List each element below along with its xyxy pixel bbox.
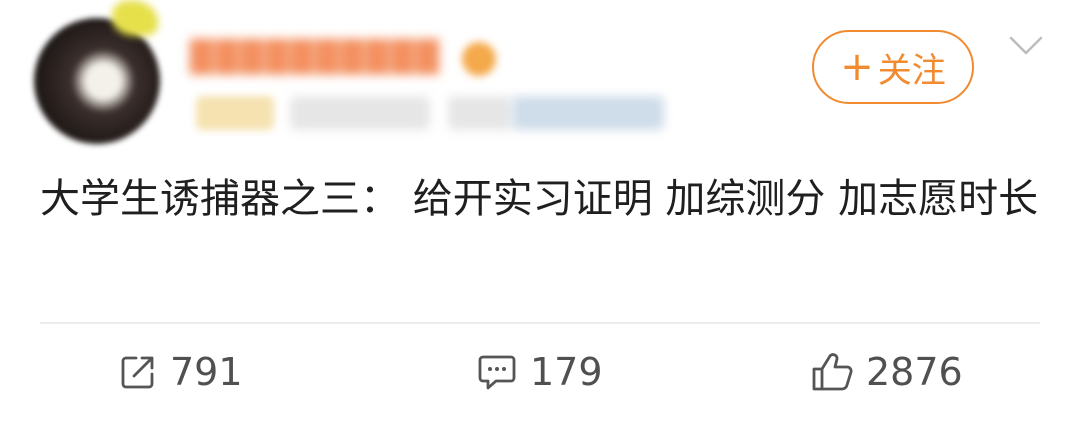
- comment-button[interactable]: 179: [476, 344, 603, 400]
- comment-count: 179: [530, 350, 603, 394]
- verified-badge-blurred: [462, 42, 496, 76]
- repost-button[interactable]: 791: [118, 344, 243, 400]
- member-tag-blurred: [196, 96, 274, 130]
- post-source-blurred: [448, 96, 512, 130]
- post-source-link-blurred: [512, 96, 664, 130]
- divider: [40, 322, 1040, 324]
- repost-count: 791: [170, 350, 243, 394]
- comment-icon: [478, 355, 516, 390]
- avatar-decoration: [112, 0, 158, 36]
- plus-icon: +: [840, 44, 874, 90]
- chevron-down-icon[interactable]: [1008, 34, 1044, 58]
- follow-button[interactable]: + 关注: [812, 30, 974, 104]
- post-text: 大学生诱捕器之三： 给开实习证明 加综测分 加志愿时长: [40, 176, 1039, 222]
- like-count: 2876: [866, 350, 963, 394]
- post-time-blurred: [290, 96, 430, 130]
- like-icon: [812, 353, 853, 391]
- share-icon: [121, 356, 154, 389]
- follow-label: 关注: [877, 50, 946, 91]
- like-button[interactable]: 2876: [810, 344, 963, 400]
- avatar[interactable]: [34, 18, 160, 144]
- username-blurred[interactable]: ██████████: [190, 40, 441, 75]
